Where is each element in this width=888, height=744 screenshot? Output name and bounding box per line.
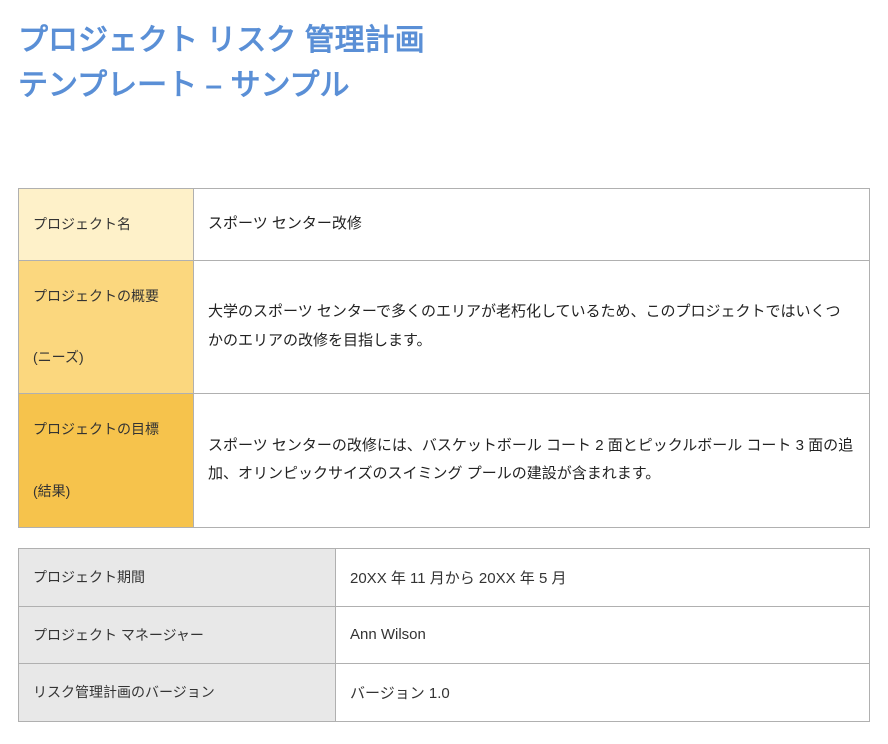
table-row: リスク管理計画のバージョン バージョン 1.0 — [19, 663, 870, 721]
project-period-label: プロジェクト期間 — [19, 548, 336, 606]
document-title: プロジェクト リスク 管理計画 テンプレート – サンプル — [18, 18, 870, 108]
title-line2: テンプレート – サンプル — [18, 69, 350, 102]
project-goals-value: スポーツ センターの改修には、バスケットボール コート 2 面とピックルボール … — [194, 394, 870, 527]
risk-plan-version-label: リスク管理計画のバージョン — [19, 663, 336, 721]
table-row: プロジェクトの概要 (ニーズ) 大学のスポーツ センターで多くのエリアが老朽化し… — [19, 260, 870, 393]
project-goals-label: プロジェクトの目標 (結果) — [19, 394, 194, 527]
risk-plan-version-value: バージョン 1.0 — [336, 663, 870, 721]
table-row: プロジェクト名 スポーツ センター改修 — [19, 189, 870, 261]
project-manager-value: Ann Wilson — [336, 606, 870, 663]
table-row: プロジェクトの目標 (結果) スポーツ センターの改修には、バスケットボール コ… — [19, 394, 870, 527]
table-row: プロジェクト期間 20XX 年 11 月から 20XX 年 5 月 — [19, 548, 870, 606]
project-name-label: プロジェクト名 — [19, 189, 194, 261]
project-summary-table: プロジェクト名 スポーツ センター改修 プロジェクトの概要 (ニーズ) 大学のス… — [18, 188, 870, 528]
project-period-value: 20XX 年 11 月から 20XX 年 5 月 — [336, 548, 870, 606]
title-line1: プロジェクト リスク 管理計画 — [18, 24, 425, 57]
project-overview-label: プロジェクトの概要 (ニーズ) — [19, 260, 194, 393]
table-row: プロジェクト マネージャー Ann Wilson — [19, 606, 870, 663]
project-details-table: プロジェクト期間 20XX 年 11 月から 20XX 年 5 月 プロジェクト… — [18, 548, 870, 722]
project-name-value: スポーツ センター改修 — [194, 189, 870, 261]
project-overview-value: 大学のスポーツ センターで多くのエリアが老朽化しているため、このプロジェクトでは… — [194, 260, 870, 393]
project-manager-label: プロジェクト マネージャー — [19, 606, 336, 663]
